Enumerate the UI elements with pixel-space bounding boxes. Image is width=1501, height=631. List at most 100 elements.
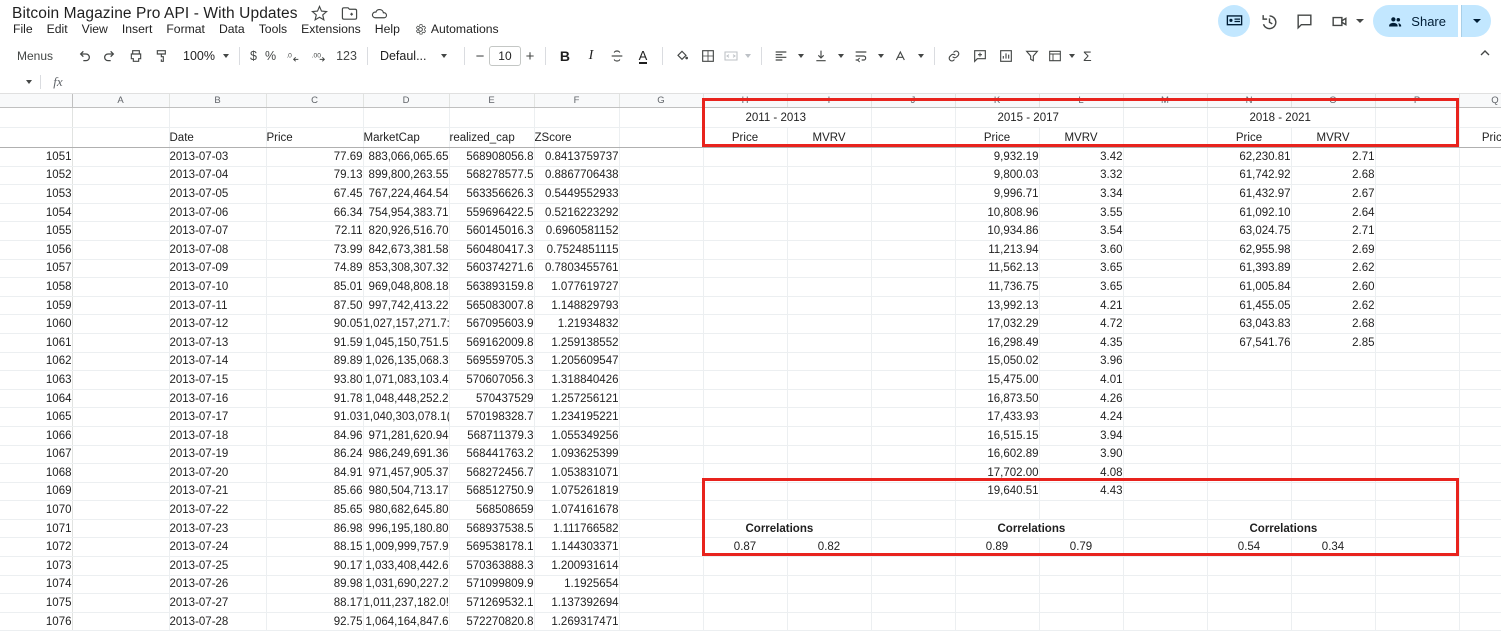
menu-automations[interactable]: Automations	[407, 20, 506, 38]
cell-p[interactable]	[1375, 203, 1459, 222]
period-title-2015-2017[interactable]: 2015 - 2017	[955, 108, 1039, 128]
cell-a[interactable]	[72, 185, 169, 204]
cell-g[interactable]	[619, 278, 703, 297]
cell-q[interactable]	[1459, 464, 1501, 483]
cell-price[interactable]: 74.89	[266, 259, 363, 278]
cell-m[interactable]	[1123, 612, 1207, 631]
cell-g[interactable]	[619, 482, 703, 501]
cell-2018-mvrv[interactable]: 2.85	[1291, 333, 1375, 352]
column-header-m[interactable]: M	[1123, 94, 1207, 108]
cell-2018-price[interactable]	[1207, 575, 1291, 594]
functions-icon[interactable]	[1045, 44, 1065, 68]
cell-h[interactable]	[703, 296, 787, 315]
cell-p[interactable]	[1375, 148, 1459, 167]
column-header-b[interactable]: B	[169, 94, 266, 108]
cell-p[interactable]	[1375, 389, 1459, 408]
cell-m[interactable]	[1123, 371, 1207, 390]
cell-m[interactable]	[1123, 445, 1207, 464]
row-header[interactable]: 1076	[0, 612, 72, 631]
cell-price[interactable]: 87.50	[266, 296, 363, 315]
row-header[interactable]	[0, 128, 72, 148]
cell-q[interactable]	[1459, 594, 1501, 613]
cell-date[interactable]: 2013-07-05	[169, 185, 266, 204]
comment-icon[interactable]	[1288, 5, 1320, 37]
cell-a[interactable]	[72, 389, 169, 408]
cell-2018-mvrv[interactable]	[1291, 408, 1375, 427]
cell-date[interactable]: 2013-07-21	[169, 482, 266, 501]
chevron-up-icon[interactable]	[1477, 45, 1493, 61]
cell-2018-price[interactable]	[1207, 371, 1291, 390]
cell-g[interactable]	[619, 557, 703, 576]
cell-j[interactable]	[871, 519, 955, 538]
cell-price[interactable]: 79.13	[266, 166, 363, 185]
cell-realized-cap[interactable]: 570607056.3	[449, 371, 534, 390]
row-header[interactable]: 1067	[0, 445, 72, 464]
cell-2015-mvrv[interactable]: 3.34	[1039, 185, 1123, 204]
cell-2018-price[interactable]: 61,742.92	[1207, 166, 1291, 185]
cell-i[interactable]	[787, 464, 871, 483]
present-icon[interactable]	[1218, 5, 1250, 37]
percent-format-button[interactable]: %	[261, 44, 280, 68]
row-header[interactable]: 1057	[0, 259, 72, 278]
cell-2018-price[interactable]: 62,955.98	[1207, 240, 1291, 259]
cell-zscore[interactable]: 1.21934832	[534, 315, 619, 334]
cell-i[interactable]	[787, 278, 871, 297]
row-header[interactable]: 1064	[0, 389, 72, 408]
cell-2015-mvrv[interactable]: 4.21	[1039, 296, 1123, 315]
table-row[interactable]: 10712013-07-2386.98996,195,180.805689375…	[0, 519, 1501, 538]
cell-2018-price[interactable]: 61,005.84	[1207, 278, 1291, 297]
cell-marketcap[interactable]: 883,066,065.65	[363, 148, 449, 167]
cell-j[interactable]	[871, 557, 955, 576]
cell-g[interactable]	[619, 408, 703, 427]
text-wrap-icon[interactable]	[848, 44, 874, 68]
cell-marketcap[interactable]: 1,045,150,751.5	[363, 333, 449, 352]
correlation-mvrv-1[interactable]: 0.79	[1039, 538, 1123, 557]
cell-2018-price[interactable]	[1207, 501, 1291, 520]
text-rotation-icon[interactable]	[888, 44, 914, 68]
cell-m[interactable]	[1123, 408, 1207, 427]
increase-font-size-button[interactable]: +	[521, 49, 539, 64]
cell-j[interactable]	[871, 148, 955, 167]
rotation-dropdown-icon[interactable]	[914, 44, 928, 68]
undo-icon[interactable]	[71, 44, 97, 68]
cell-2018-mvrv[interactable]: 2.68	[1291, 166, 1375, 185]
cell-date[interactable]: 2013-07-13	[169, 333, 266, 352]
italic-button[interactable]: I	[578, 44, 604, 68]
cell-j[interactable]	[871, 128, 955, 148]
cell-a[interactable]	[72, 482, 169, 501]
table-row[interactable]: 10752013-07-2788.171,011,237,182.0!57126…	[0, 594, 1501, 613]
cell-marketcap[interactable]: 1,031,690,227.2	[363, 575, 449, 594]
cell-p[interactable]	[1375, 575, 1459, 594]
cell-j[interactable]	[871, 240, 955, 259]
column-label-row[interactable]: DatePriceMarketCaprealized_capZScorePric…	[0, 128, 1501, 148]
cell-2018-price[interactable]: 61,455.05	[1207, 296, 1291, 315]
cell-m[interactable]	[1123, 278, 1207, 297]
cell-date[interactable]: 2013-07-15	[169, 371, 266, 390]
cell-marketcap[interactable]: 1,040,303,078.1(	[363, 408, 449, 427]
cell-realized-cap[interactable]: 560145016.3	[449, 222, 534, 241]
cell-2018-price[interactable]: 61,393.89	[1207, 259, 1291, 278]
cell-realized-cap[interactable]: 568441763.2	[449, 445, 534, 464]
cell-realized-cap[interactable]: 563356626.3	[449, 185, 534, 204]
cell-2018-price[interactable]	[1207, 426, 1291, 445]
cell-realized-cap[interactable]: 570198328.7	[449, 408, 534, 427]
cell-realized-cap[interactable]: 567095603.9	[449, 315, 534, 334]
cell-2015-mvrv[interactable]: 4.72	[1039, 315, 1123, 334]
cell-p[interactable]	[1375, 464, 1459, 483]
cell-p[interactable]	[1375, 240, 1459, 259]
cell-date[interactable]: 2013-07-26	[169, 575, 266, 594]
share-dropdown-button[interactable]	[1461, 5, 1491, 37]
cell-g[interactable]	[619, 538, 703, 557]
cell-h[interactable]	[703, 259, 787, 278]
cell-j[interactable]	[871, 482, 955, 501]
cell-price[interactable]: 85.01	[266, 278, 363, 297]
fill-color-icon[interactable]	[669, 44, 695, 68]
table-row[interactable]: 10542013-07-0666.34754,954,383.715596964…	[0, 203, 1501, 222]
cell-c[interactable]	[266, 108, 363, 128]
cell-realized-cap[interactable]: 559696422.5	[449, 203, 534, 222]
cell-i[interactable]	[787, 482, 871, 501]
cell-2015-mvrv[interactable]: 4.26	[1039, 389, 1123, 408]
row-header[interactable]: 1072	[0, 538, 72, 557]
cell-p[interactable]	[1375, 333, 1459, 352]
cell-zscore[interactable]: 1.200931614	[534, 557, 619, 576]
